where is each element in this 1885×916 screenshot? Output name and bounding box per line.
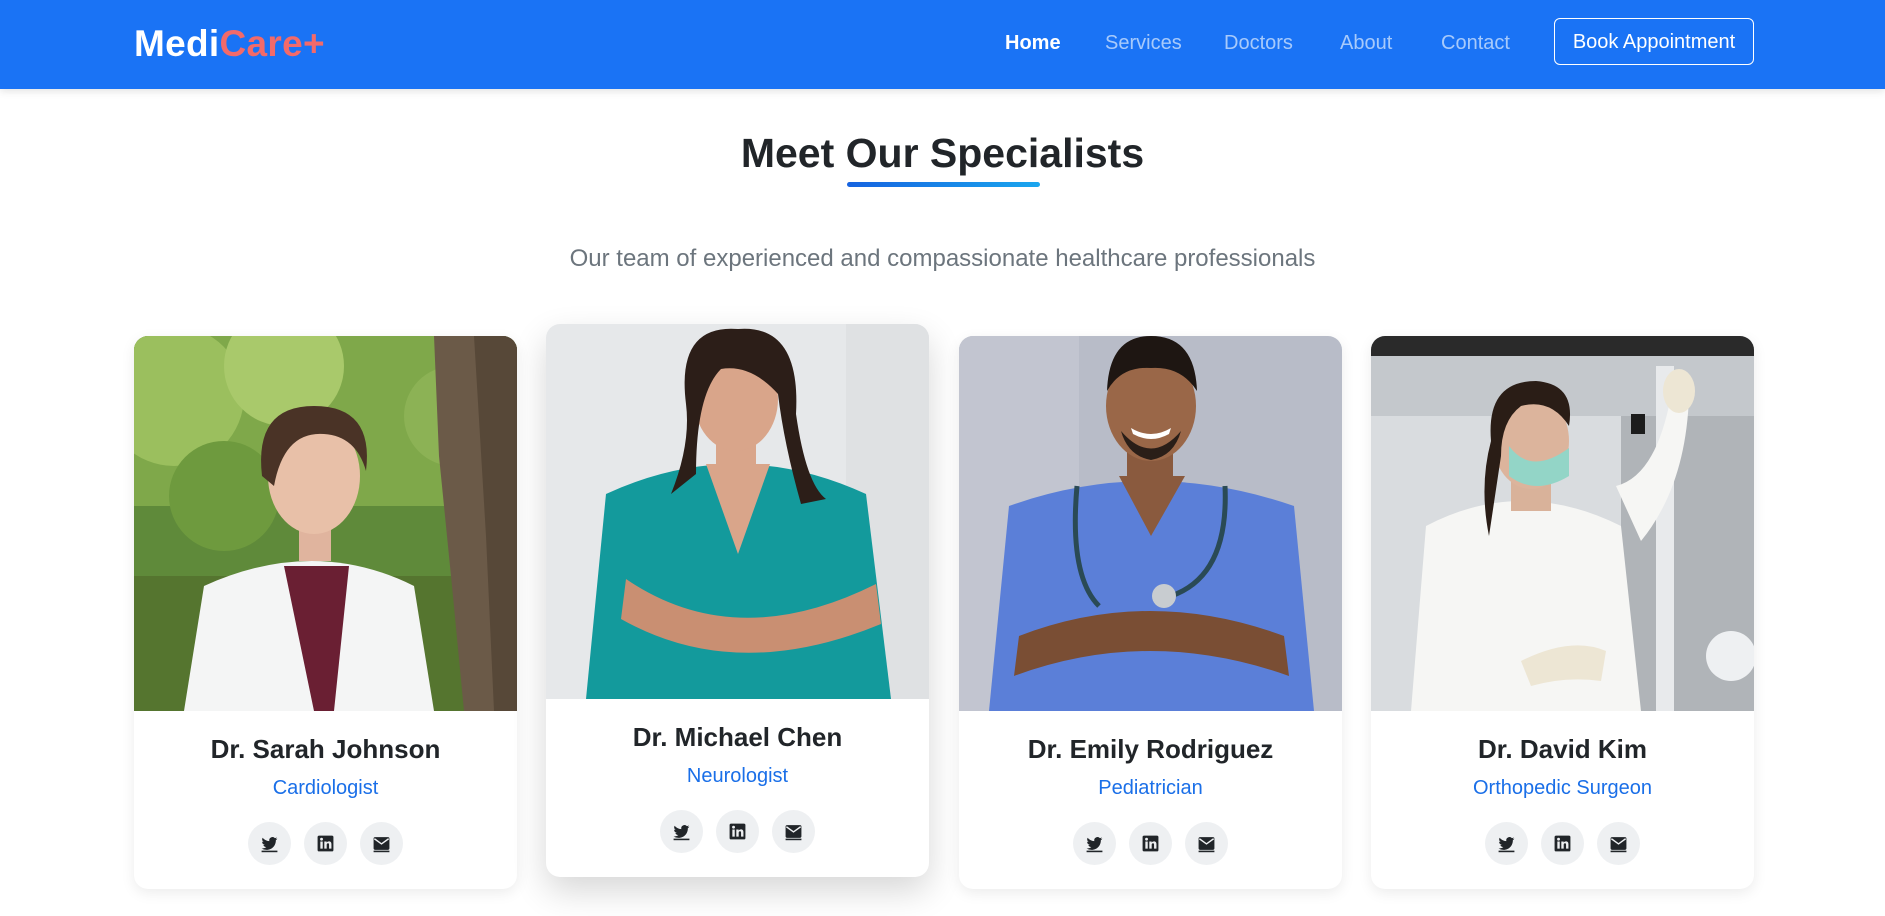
doctor-specialty: Pediatrician [1098,777,1203,799]
envelope-icon [1610,837,1627,853]
doctor-photo [134,336,517,711]
doctor-card: Dr. Michael Chen Neurologist [546,324,929,877]
doctor-name: Dr. Michael Chen [632,722,843,752]
twitter-icon [1086,837,1103,853]
nav-link-doctors[interactable]: Doctors [1224,29,1293,57]
envelope-icon [373,837,390,853]
linkedin-icon [1554,835,1571,852]
nav-link-about[interactable]: About [1340,29,1392,57]
doctor-name: Dr. David Kim [1477,734,1648,764]
social-links [959,822,1342,865]
social-links [134,822,517,865]
doctor-photo [546,324,929,699]
brand-logo-part2: Care+ [219,23,325,64]
linkedin-icon [729,823,746,840]
linkedin-button[interactable] [1129,822,1172,865]
nav-link-home[interactable]: Home [1005,29,1061,57]
section-subtitle: Our team of experienced and compassionat… [569,245,1316,272]
doctor-specialty: Neurologist [686,765,789,787]
doctor-photo-image [546,324,929,699]
twitter-button[interactable] [248,822,291,865]
doctor-card: Dr. Emily Rodriguez Pediatrician [959,336,1342,889]
book-appointment-button[interactable]: Book Appointment [1554,18,1754,65]
twitter-icon [1498,837,1515,853]
brand-logo[interactable]: Medi Care+ [134,22,325,66]
linkedin-button[interactable] [1541,822,1584,865]
doctor-photo-image [134,336,517,711]
doctor-photo-image [959,336,1342,711]
doctor-photo [1371,336,1754,711]
email-button[interactable] [360,822,403,865]
twitter-button[interactable] [1485,822,1528,865]
twitter-button[interactable] [660,810,703,853]
social-links [1371,822,1754,865]
envelope-icon [785,825,802,841]
twitter-icon [261,837,278,853]
title-underline [847,182,1040,187]
doctor-specialty: Cardiologist [272,777,379,799]
email-button[interactable] [1597,822,1640,865]
envelope-icon [1198,837,1215,853]
doctor-specialty: Orthopedic Surgeon [1472,777,1652,799]
section-title: Meet Our Specialists [740,130,1145,176]
doctor-name: Dr. Sarah Johnson [210,734,441,764]
email-button[interactable] [772,810,815,853]
doctor-card: Dr. Sarah Johnson Cardiologist [134,336,517,889]
doctor-photo [959,336,1342,711]
social-links [546,810,929,853]
brand-logo-part1: Medi [134,23,220,64]
email-button[interactable] [1185,822,1228,865]
nav-link-contact[interactable]: Contact [1441,29,1510,57]
navbar: Medi Care+ Home Services Doctors About Co… [0,0,1885,89]
linkedin-icon [317,835,334,852]
twitter-button[interactable] [1073,822,1116,865]
twitter-icon [673,825,690,841]
doctor-card: Dr. David Kim Orthopedic Surgeon [1371,336,1754,889]
nav-link-services[interactable]: Services [1105,29,1182,57]
doctor-photo-image [1371,336,1754,711]
linkedin-button[interactable] [304,822,347,865]
doctor-name: Dr. Emily Rodriguez [1027,734,1274,764]
linkedin-icon [1142,835,1159,852]
linkedin-button[interactable] [716,810,759,853]
